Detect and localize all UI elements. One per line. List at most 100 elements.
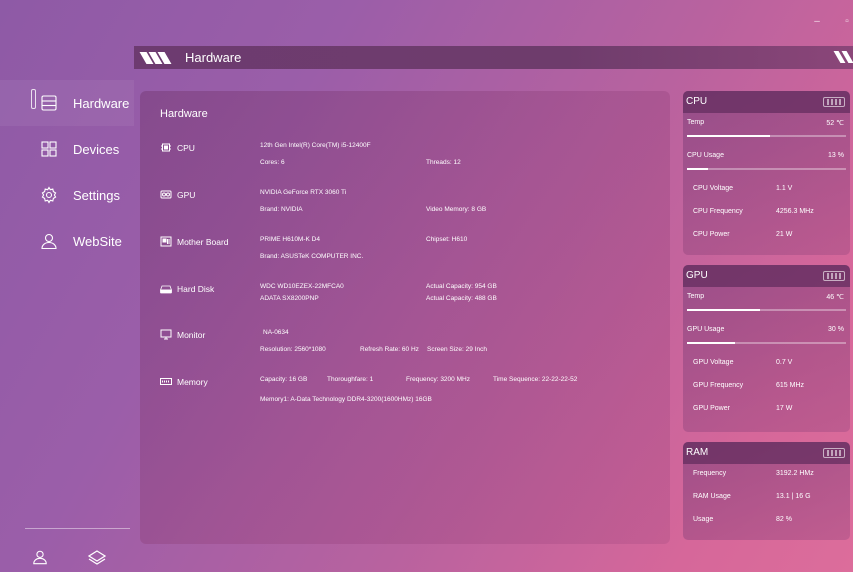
- sidebar-bottom-icons: [32, 549, 106, 565]
- page-title: Hardware: [185, 50, 242, 65]
- cpu-cores: Cores: 6: [260, 159, 285, 166]
- memory-capacity: Capacity: 16 GB: [260, 376, 308, 383]
- gpu-brand: Brand: NVIDIA: [260, 206, 303, 213]
- kv-value: 21 W: [776, 231, 793, 238]
- sidebar-item-website[interactable]: WebSite: [0, 218, 134, 264]
- gpu-vram: Video Memory: 8 GB: [426, 206, 487, 213]
- kv-value: 82 %: [776, 516, 792, 523]
- progress-track: [687, 342, 846, 344]
- cpu-usage-meter: CPU Usage 13 %: [683, 146, 850, 179]
- monitor-model: NA-0634: [263, 329, 289, 336]
- disk2-model: ADATA SX8200PNP: [260, 295, 319, 302]
- sidebar-item-label: Settings: [73, 187, 120, 203]
- meter-label: Temp: [687, 293, 705, 300]
- gpu-power-row: GPU Power 17 W: [683, 399, 850, 422]
- gpu-voltage-row: GPU Voltage 0.7 V: [683, 353, 850, 376]
- kv-value: 13.1 | 16 G: [776, 493, 811, 500]
- gpu-frequency-row: GPU Frequency 615 MHz: [683, 376, 850, 399]
- progress-track: [687, 309, 846, 311]
- maximize-button[interactable]: ▫: [841, 16, 853, 27]
- kv-label: CPU Voltage: [693, 185, 734, 192]
- ram-card-header: RAM: [683, 442, 850, 464]
- kv-label: Usage: [693, 516, 714, 523]
- memory-frequency: Frequency: 3200 MHz: [406, 376, 470, 383]
- cpu-row: CPU 12th Gen Intel(R) Core(TM) i5-12400F…: [160, 142, 660, 178]
- hard-disk-icon: [160, 285, 172, 294]
- meter-value: 52 ℃: [826, 120, 844, 127]
- cpu-frequency-row: CPU Frequency 4256.3 MHz: [683, 202, 850, 225]
- sidebar-item-hardware[interactable]: Hardware: [0, 80, 134, 126]
- header-logo-icon: [833, 51, 853, 63]
- cpu-label: CPU: [177, 142, 195, 153]
- disk1-model: WDC WD10EZEX-22MFCA0: [260, 283, 344, 290]
- kv-label: Frequency: [693, 470, 727, 477]
- gpu-row: GPU NVIDIA GeForce RTX 3060 Ti Brand: NV…: [160, 189, 660, 225]
- cpu-voltage-row: CPU Voltage 1.1 V: [683, 179, 850, 202]
- kv-label: GPU Voltage: [693, 359, 734, 366]
- harddisk-label: Hard Disk: [177, 283, 215, 294]
- progress-fill: [687, 309, 761, 311]
- kv-label: CPU Frequency: [693, 208, 743, 215]
- disk2-capacity: Actual Capacity: 488 GB: [426, 295, 497, 302]
- card-title: GPU: [686, 270, 708, 281]
- card-title: CPU: [686, 96, 708, 107]
- gpu-card-header: GPU: [683, 265, 850, 287]
- layers-icon[interactable]: [88, 549, 106, 565]
- minimize-button[interactable]: –: [811, 16, 823, 27]
- monitor-refresh-rate: Refresh Rate: 60 Hz: [360, 346, 419, 353]
- battery-icon: [823, 448, 845, 458]
- memory-module: Memory1: A-Data Technology DDR4-3200(160…: [260, 396, 432, 403]
- devices-grid-icon: [41, 141, 57, 157]
- kv-label: RAM Usage: [693, 493, 731, 500]
- memory-label: Memory: [177, 376, 208, 387]
- sidebar-item-devices[interactable]: Devices: [0, 126, 134, 172]
- cpu-model: 12th Gen Intel(R) Core(TM) i5-12400F: [260, 142, 371, 149]
- cpu-icon: [161, 143, 171, 152]
- cpu-threads: Threads: 12: [426, 159, 461, 166]
- kv-value: 0.7 V: [776, 359, 793, 366]
- ram-usage-row: RAM Usage 13.1 | 16 G: [683, 487, 850, 510]
- monitor-resolution: Resolution: 2560*1080: [260, 346, 326, 353]
- motherboard-row: Mother Board PRIME H610M-K D4 Chipset: H…: [160, 236, 660, 272]
- kv-label: CPU Power: [693, 231, 730, 238]
- sidebar-item-settings[interactable]: Settings: [0, 172, 134, 218]
- gpu-card: GPU Temp 46 ℃ GPU Usage 30 % GPU Voltage…: [683, 265, 850, 432]
- ram-frequency-row: Frequency 3192.2 HMz: [683, 464, 850, 487]
- meter-label: Temp: [687, 119, 705, 126]
- memory-timing: Time Sequence: 22-22-22-52: [493, 376, 578, 383]
- meter-label: GPU Usage: [687, 326, 725, 333]
- ram-card: RAM Frequency 3192.2 HMz RAM Usage 13.1 | …: [683, 442, 850, 540]
- kv-value: 17 W: [776, 405, 793, 412]
- panel-title: Hardware: [160, 108, 208, 120]
- motherboard-model: PRIME H610M-K D4: [260, 236, 320, 243]
- meter-value: 13 %: [828, 152, 844, 159]
- memory-icon: [160, 378, 172, 385]
- sidebar-divider: [25, 528, 130, 529]
- kv-label: GPU Frequency: [693, 382, 744, 389]
- sidebar-item-label: Hardware: [73, 95, 130, 111]
- progress-fill: [687, 168, 708, 170]
- active-indicator: [31, 89, 36, 109]
- app-logo: [139, 51, 172, 64]
- gpu-temp-meter: Temp 46 ℃: [683, 287, 850, 320]
- memory-thoroughfare: Thoroughfare: 1: [327, 376, 374, 383]
- monitor-icon: [160, 329, 172, 340]
- meter-value: 46 ℃: [826, 294, 844, 301]
- progress-fill: [687, 342, 735, 344]
- battery-icon: [823, 97, 845, 107]
- hardware-icon: [41, 95, 57, 111]
- harddisk-row: Hard Disk WDC WD10EZEX-22MFCA0 Actual Ca…: [160, 283, 660, 319]
- gpu-model: NVIDIA GeForce RTX 3060 Ti: [260, 189, 347, 196]
- progress-track: [687, 168, 846, 170]
- window-controls: – ▫: [811, 16, 853, 27]
- gpu-label: GPU: [177, 189, 196, 200]
- user-icon[interactable]: [32, 549, 48, 565]
- motherboard-chipset: Chipset: H610: [426, 236, 468, 243]
- sidebar-item-label: Devices: [73, 141, 120, 157]
- motherboard-icon: [160, 236, 172, 247]
- motherboard-label: Mother Board: [177, 236, 229, 247]
- cpu-temp-meter: Temp 52 ℃: [683, 113, 850, 146]
- user-icon: [41, 233, 57, 250]
- gear-icon: [41, 186, 57, 204]
- meter-label: CPU Usage: [687, 152, 724, 159]
